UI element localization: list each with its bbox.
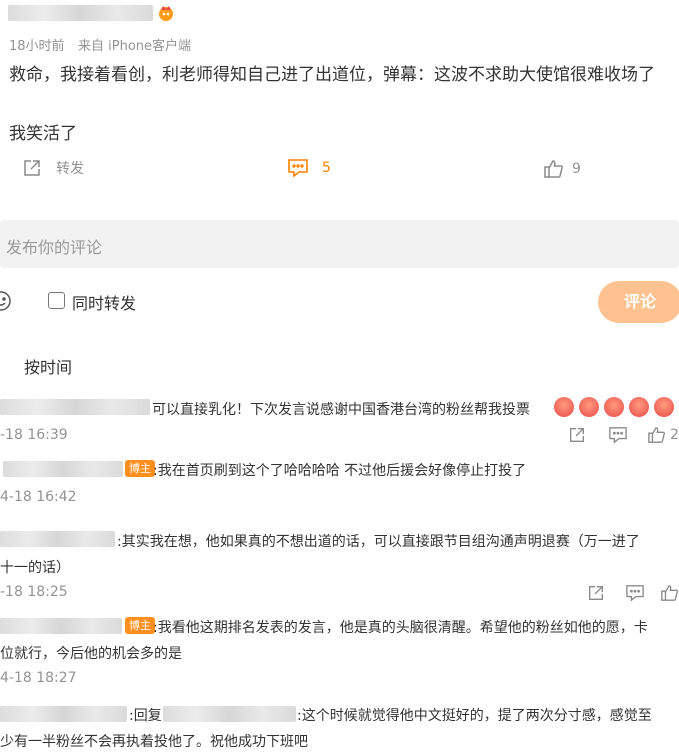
comment-time: -18 16:39 [0,427,68,443]
comment-action[interactable]: 5 [287,158,331,178]
reply-prefix: :回复 [129,708,162,724]
comment-text: :我在首页刷到这个了哈哈哈哈 不过他后援会好像停止打投了 [153,463,527,479]
thumbs-up-icon [543,159,564,179]
submit-comment-button[interactable]: 评论 [598,281,679,323]
comment-like-button[interactable]: 2 [647,426,679,444]
sort-by-time[interactable]: 按时间 [24,354,72,378]
comment-time: -18 18:25 [0,584,68,600]
emoji-icon [604,397,624,417]
comment-text-continued: 位就行，今后他的机会多的是 [0,646,182,662]
like-action[interactable]: 9 [543,159,581,179]
comment-count: 5 [322,160,331,176]
comment-forward-icon[interactable] [587,584,605,602]
comment-like-button[interactable] [660,584,679,602]
emoji-icon [554,397,574,417]
commenter-name-blurred[interactable] [3,461,123,477]
commenter-name-blurred[interactable] [0,531,115,547]
commenter-name-blurred[interactable] [0,618,122,634]
forward-icon [22,158,42,178]
emoji-icon [629,397,649,417]
comment-forward-icon[interactable] [568,426,586,444]
also-forward-checkbox[interactable] [48,292,65,309]
comment-input-placeholder: 发布你的评论 [6,238,103,257]
comment-text: :我看他这期排名发表的发言，他是真的头脑很清醒。希望他的粉丝如他的愿，卡 [153,620,648,636]
author-badge: 博主 [125,460,155,477]
emoji-picker-icon[interactable] [0,290,12,312]
post-text-line2: 我笑活了 [9,124,77,144]
comment-text-continued: 前十一的话） [0,560,70,576]
commenter-name-blurred[interactable] [0,706,127,722]
comment-reply-icon[interactable] [608,426,628,444]
also-forward-label: 同时转发 [72,294,137,313]
comment-emoji-row [554,397,674,417]
post-source: 来自 iPhone客户端 [78,39,192,54]
author-badge: 博主 [125,617,155,634]
comment-text: 可以直接乳化！下次发言说感谢中国香港台湾的粉丝帮我投票 [152,402,530,418]
comment-icon [287,158,309,178]
emoji-icon [579,397,599,417]
comment-time: 4-18 16:42 [0,489,77,505]
comment-text: :这个时候就觉得他中文挺好的，提了两次分寸感，感觉至 [297,708,652,724]
like-count: 9 [572,161,581,177]
post-time[interactable]: 18小时前 [9,35,65,54]
comment-time: 4-18 18:27 [0,670,77,686]
reply-target-name-blurred[interactable] [163,706,296,722]
comment-reply-icon[interactable] [625,584,645,602]
forward-label: 转发 [56,161,84,177]
emoji-icon [654,397,674,417]
post-text-line1: 救命，我接着看创，利老师得知自己进了出道位，弹幕：这波不求助大使馆很难收场了 [9,65,655,85]
commenter-name-blurred[interactable] [0,399,150,415]
author-name-blurred[interactable] [8,5,153,21]
thumbs-up-icon [647,426,666,444]
comment-text-continued: 少有一半粉丝不会再执着投他了。祝他成功下班吧 [0,734,308,750]
comment-like-count: 2 [670,427,679,443]
vip-badge-icon [156,4,176,22]
forward-action[interactable]: 转发 [22,158,84,178]
comment-text: :其实我在想，他如果真的不想出道的话，可以直接跟节目组沟通声明退赛（万一进了 [117,534,640,550]
